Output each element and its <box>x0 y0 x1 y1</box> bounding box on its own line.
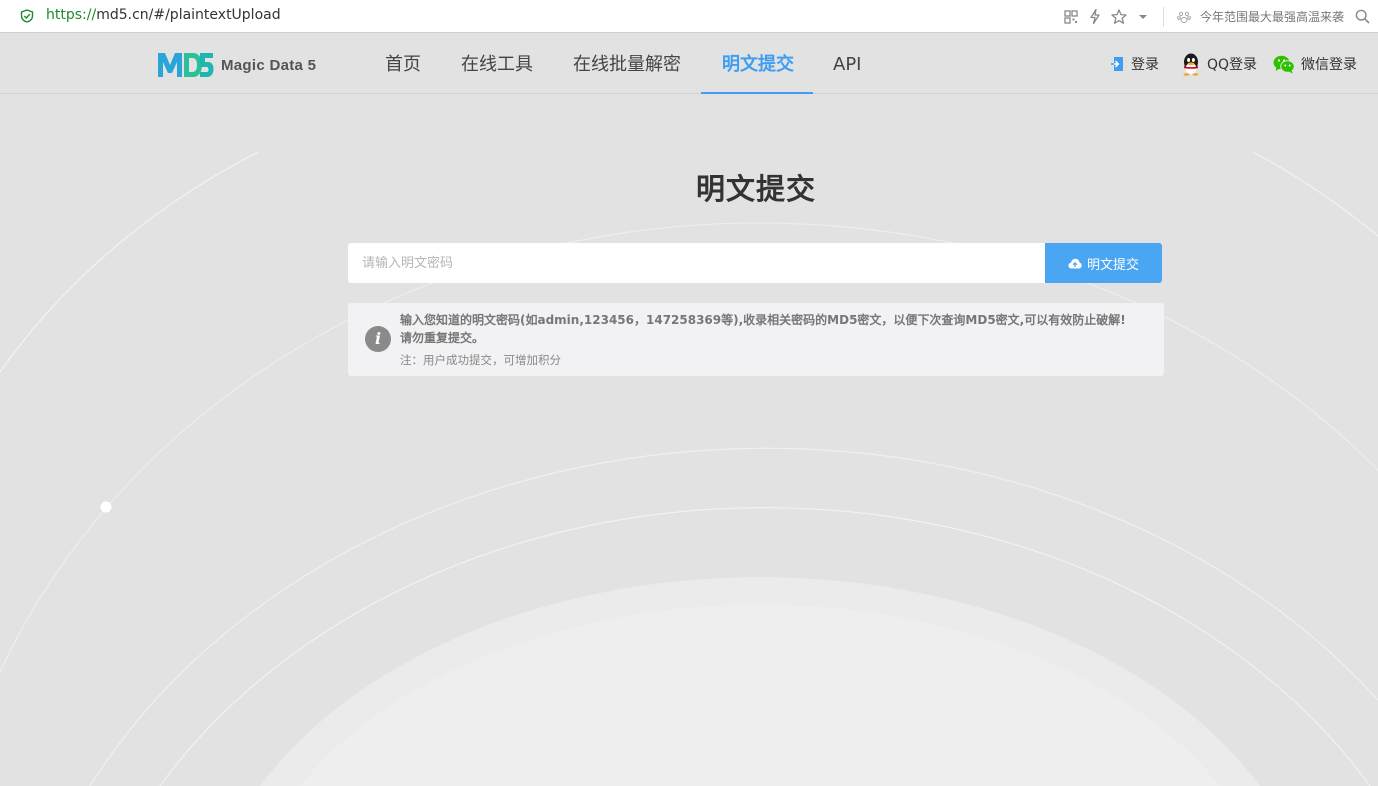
cloud-upload-icon <box>1068 258 1082 268</box>
star-icon[interactable] <box>1107 0 1131 33</box>
qq-penguin-icon <box>1183 53 1199 76</box>
notice-line-1: 输入您知道的明文密码(如admin,123456，147258369等),收录相… <box>400 313 1126 327</box>
site-logo[interactable]: Magic Data 5 <box>157 51 316 79</box>
url-scheme: https:// <box>46 7 97 23</box>
info-notice: i 输入您知道的明文密码(如admin,123456，147258369等),收… <box>348 303 1164 376</box>
news-ticker[interactable]: 今年范围最大最强高温来袭 <box>1200 8 1344 25</box>
nav-item-api[interactable]: API <box>833 34 861 94</box>
qq-login-label: QQ登录 <box>1207 57 1258 73</box>
md5-logo-icon <box>158 53 214 77</box>
login-label: 登录 <box>1131 57 1159 73</box>
submit-plaintext-button[interactable]: 明文提交 <box>1045 243 1162 283</box>
submit-button-label: 明文提交 <box>1086 257 1139 273</box>
lightning-icon[interactable] <box>1083 0 1107 33</box>
active-tab-indicator <box>701 92 813 94</box>
plaintext-password-input[interactable] <box>348 243 1048 283</box>
notice-line-2: 请勿重复提交。 <box>400 331 485 345</box>
dropdown-icon[interactable] <box>1131 0 1155 33</box>
logo-text: Magic Data 5 <box>221 56 317 74</box>
url-path: md5.cn/#/plaintextUpload <box>96 7 281 23</box>
nav-item-online-tools[interactable]: 在线工具 <box>461 34 533 94</box>
login-link[interactable]: 登录 <box>1110 34 1159 94</box>
qq-login-link[interactable]: QQ登录 <box>1181 34 1257 94</box>
search-icon[interactable] <box>1350 0 1374 33</box>
wechat-icon <box>1273 55 1295 73</box>
nav-item-plaintext-submit[interactable]: 明文提交 <box>722 34 794 94</box>
page-title: 明文提交 <box>695 172 816 206</box>
site-header: Magic Data 5 首页 在线工具 在线批量解密 明文提交 API 登录 … <box>0 34 1378 94</box>
notice-note: 注：用户成功提交，可增加积分 <box>400 353 561 367</box>
browser-address-bar: https://md5.cn/#/plaintextUpload 今年范围最大最… <box>0 0 1378 33</box>
url-field[interactable]: https://md5.cn/#/plaintextUpload <box>46 7 281 23</box>
wechat-login-link[interactable]: 微信登录 <box>1273 34 1357 94</box>
nav-item-batch-decrypt[interactable]: 在线批量解密 <box>573 34 681 94</box>
info-icon: i <box>365 326 391 352</box>
secure-shield-icon <box>20 9 34 23</box>
separator <box>1162 6 1164 27</box>
wechat-login-label: 微信登录 <box>1301 57 1357 73</box>
qr-code-icon[interactable] <box>1059 0 1083 33</box>
nav-item-home[interactable]: 首页 <box>385 34 421 94</box>
login-icon <box>1111 57 1123 71</box>
paw-icon <box>1172 0 1196 33</box>
notice-text: 输入您知道的明文密码(如admin,123456，147258369等),收录相… <box>400 311 1145 347</box>
